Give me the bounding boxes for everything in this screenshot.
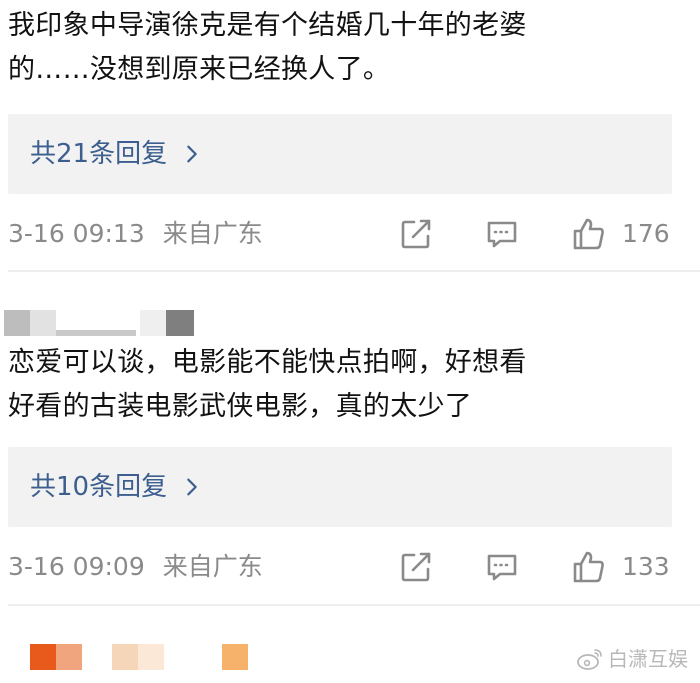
comment-2-like-count: 133 [622, 552, 670, 581]
comment-1-location: 来自广东 [162, 219, 263, 248]
comment-2-line-2: 好看的古装电影武侠电影，真的太少了 [8, 391, 473, 422]
share-icon[interactable] [398, 216, 434, 252]
comment-2-text: 恋爱可以谈，电影能不能快点拍啊，好想看 好看的古装电影武侠电影，真的太少了 [8, 341, 682, 429]
weibo-logo-icon [577, 649, 602, 670]
comment-2-line-1: 恋爱可以谈，电影能不能快点拍啊，好想看 [8, 347, 527, 378]
comment-1-meta: 3-16 09:13 来自广东 [8, 214, 263, 254]
comment-2-replies-label: 共10条回复 [30, 472, 168, 502]
watermark-text: 白潇互娱 [608, 647, 688, 671]
comment-icon[interactable] [484, 549, 520, 585]
comment-divider [8, 604, 700, 606]
like-icon[interactable] [571, 216, 607, 252]
comment-1-like-count: 176 [622, 219, 670, 248]
chevron-right-icon [187, 145, 197, 163]
comment-1-text: 我印象中导演徐克是有个结婚几十年的老婆 的……没想到原来已经换人了。 [8, 4, 682, 92]
comment-2-view-replies-link[interactable]: 共10条回复 [30, 467, 203, 507]
comment-icon[interactable] [484, 216, 520, 252]
comment-1-line-2: 的……没想到原来已经换人了。 [8, 54, 391, 85]
like-icon[interactable] [571, 549, 607, 585]
comment-1-replies-label: 共21条回复 [30, 139, 168, 169]
comment-divider [8, 270, 700, 272]
comment-2-replies-box: 共10条回复 [8, 447, 672, 527]
comment-1-timestamp: 3-16 09:13 [8, 219, 145, 248]
watermark: 白潇互娱 [576, 644, 688, 674]
comment-1-replies-box: 共21条回复 [8, 114, 672, 194]
comment-1-view-replies-link[interactable]: 共21条回复 [30, 134, 203, 174]
blurred-username [0, 306, 200, 338]
comment-1-meta-row: 3-16 09:13 来自广东 176 [0, 214, 700, 254]
comment-1-line-1: 我印象中导演徐克是有个结婚几十年的老婆 [8, 10, 527, 41]
blurred-next-comment [0, 640, 300, 674]
comment-2-meta-row: 3-16 09:09 来自广东 133 [0, 547, 700, 587]
share-icon[interactable] [398, 549, 434, 585]
comment-2-meta: 3-16 09:09 来自广东 [8, 547, 263, 587]
comment-2-location: 来自广东 [162, 552, 263, 581]
comment-2-timestamp: 3-16 09:09 [8, 552, 145, 581]
chevron-right-icon [187, 478, 197, 496]
